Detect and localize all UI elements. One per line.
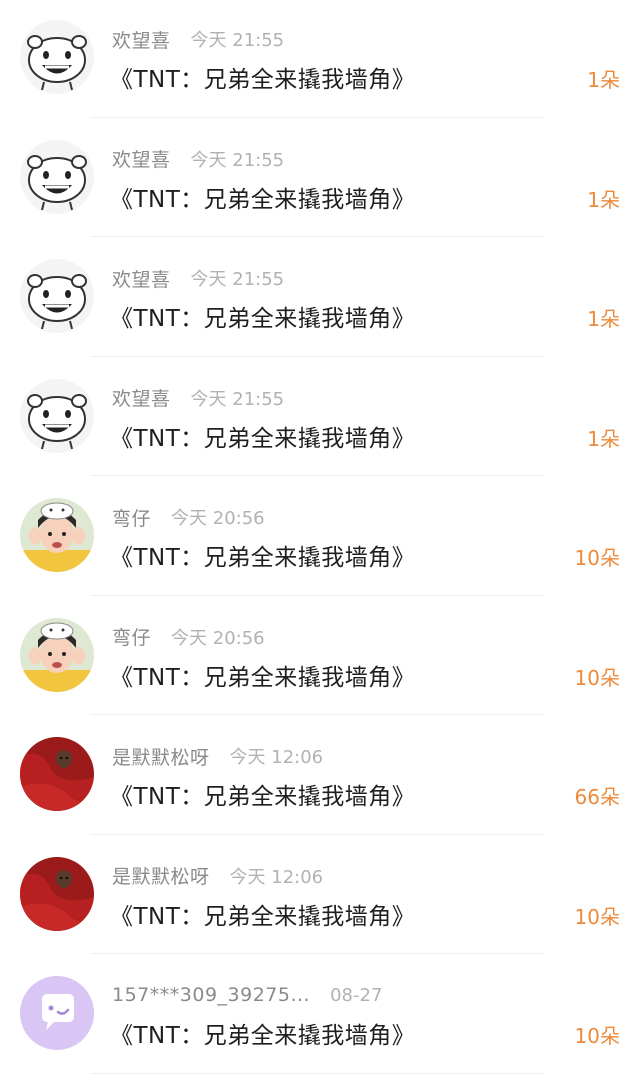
book-title[interactable]: 《TNT：兄弟全来撬我墙角》 [110,419,415,453]
divider [90,116,544,118]
flower-count: 10朵 [574,1024,620,1048]
list-item[interactable]: 弯仔 今天 20:56 《TNT：兄弟全来撬我墙角》 10朵 [0,478,640,598]
list-item[interactable]: 欢望喜 今天 21:55 《TNT：兄弟全来撬我墙角》 1朵 [0,359,640,479]
list-item[interactable]: 是默默松呀 今天 12:06 《TNT：兄弟全来撬我墙角》 10朵 [0,837,640,957]
timestamp: 今天 12:06 [229,747,324,768]
divider [90,833,544,835]
username[interactable]: 弯仔 [112,623,151,650]
timestamp: 今天 21:55 [190,30,285,51]
book-title[interactable]: 《TNT：兄弟全来撬我墙角》 [110,777,415,811]
list-item[interactable]: 弯仔 今天 20:56 《TNT：兄弟全来撬我墙角》 10朵 [0,598,640,718]
username[interactable]: 是默默松呀 [112,743,210,770]
divider [90,236,544,237]
divider [90,594,544,596]
avatar[interactable] [20,617,94,692]
chat-bubble-avatar-icon [20,976,94,1050]
list-item[interactable]: 157***309_39275... 08-27 《TNT：兄弟全来撬我墙角》 … [0,956,640,1076]
divider [90,475,544,476]
list-item[interactable]: 欢望喜 今天 21:55 《TNT：兄弟全来撬我墙角》 1朵 [0,239,640,359]
flower-count: 10朵 [574,665,620,690]
list-item[interactable]: 欢望喜 今天 21:55 《TNT：兄弟全来撬我墙角》 1朵 [0,0,640,120]
book-title[interactable]: 《TNT：兄弟全来撬我墙角》 [110,180,415,214]
timestamp: 今天 21:55 [190,269,285,290]
username[interactable]: 欢望喜 [112,384,171,411]
list-item[interactable]: 是默默松呀 今天 12:06 《TNT：兄弟全来撬我墙角》 66朵 [0,717,640,837]
book-title[interactable]: 《TNT：兄弟全来撬我墙角》 [110,1016,415,1050]
flower-count: 1朵 [587,307,620,331]
timestamp: 今天 12:06 [229,866,324,888]
book-title[interactable]: 《TNT：兄弟全来撬我墙角》 [110,538,415,572]
username[interactable]: 157***309_39275... [112,984,310,1006]
red-cloth-avatar-icon [20,856,94,931]
bear-sticker-avatar-icon [20,139,94,214]
red-cloth-avatar-icon [20,737,94,811]
username[interactable]: 欢望喜 [112,145,171,172]
avatar[interactable] [20,976,94,1050]
book-title[interactable]: 《TNT：兄弟全来撬我墙角》 [110,60,415,94]
divider [90,1072,544,1074]
username[interactable]: 弯仔 [112,504,151,531]
book-title[interactable]: 《TNT：兄弟全来撬我墙角》 [110,897,415,931]
flower-count: 1朵 [587,68,620,92]
avatar[interactable] [20,139,94,214]
divider [90,953,544,954]
timestamp: 今天 21:55 [190,149,285,171]
list-item[interactable]: 欢望喜 今天 21:55 《TNT：兄弟全来撬我墙角》 1朵 [0,120,640,240]
avatar[interactable] [20,20,94,94]
timestamp: 今天 21:55 [190,388,285,410]
flower-count: 66朵 [574,785,620,809]
flower-count: 1朵 [587,426,620,451]
avatar[interactable] [20,378,94,453]
person-photo-avatar-icon [20,498,94,572]
flower-count: 1朵 [587,187,620,212]
book-title[interactable]: 《TNT：兄弟全来撬我墙角》 [110,658,415,692]
divider [90,355,544,357]
avatar[interactable] [20,856,94,931]
divider [90,714,544,715]
person-photo-avatar-icon [20,617,94,692]
gift-record-list: 欢望喜 今天 21:55 《TNT：兄弟全来撬我墙角》 1朵 欢望喜 今天 21… [0,0,640,1076]
timestamp: 今天 20:56 [171,627,265,649]
username[interactable]: 欢望喜 [112,265,171,292]
username[interactable]: 欢望喜 [112,26,171,53]
bear-sticker-avatar-icon [20,20,94,94]
book-title[interactable]: 《TNT：兄弟全来撬我墙角》 [110,299,415,333]
bear-sticker-avatar-icon [20,259,94,333]
flower-count: 10朵 [574,904,620,929]
avatar[interactable] [20,259,94,333]
username[interactable]: 是默默松呀 [112,862,210,889]
avatar[interactable] [20,737,94,811]
timestamp: 今天 20:56 [171,508,265,529]
flower-count: 10朵 [574,546,620,570]
bear-sticker-avatar-icon [20,378,94,453]
timestamp: 08-27 [330,984,383,1006]
avatar[interactable] [20,498,94,572]
